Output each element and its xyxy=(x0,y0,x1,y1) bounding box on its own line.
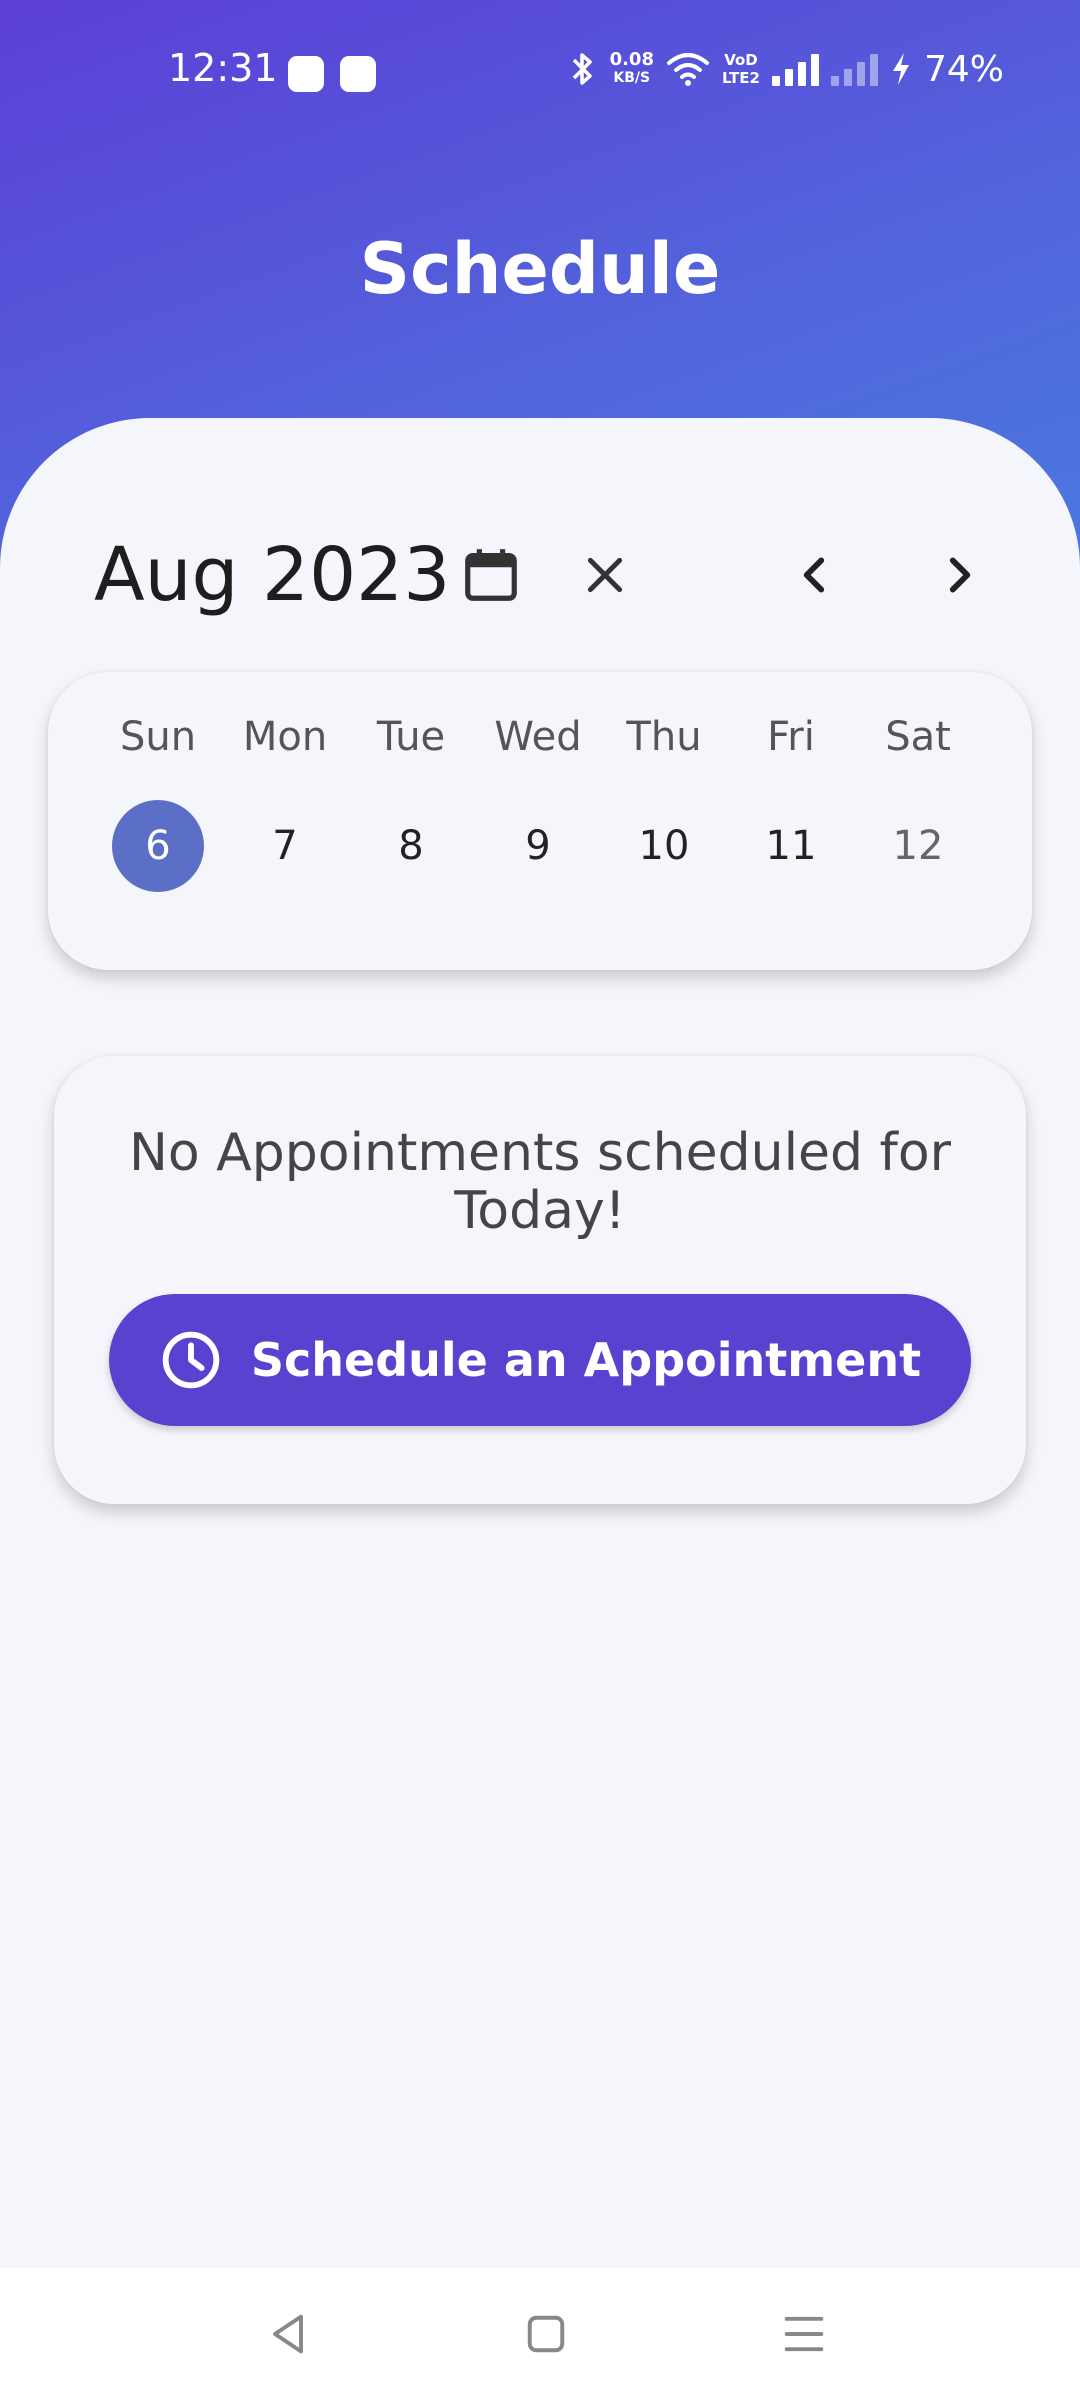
status-time: 12:31 xyxy=(168,46,278,90)
day-number[interactable]: 8 xyxy=(365,800,457,892)
close-icon[interactable] xyxy=(580,550,630,600)
empty-state-message: No Appointments scheduled for Today! xyxy=(128,1123,952,1241)
network-type: VoD LTE2 xyxy=(722,51,760,87)
chevron-left-icon[interactable] xyxy=(790,550,840,600)
notification-icon xyxy=(288,56,324,92)
day-number-selected[interactable]: 6 xyxy=(112,800,204,892)
day-name: Fri xyxy=(767,714,815,760)
wifi-icon xyxy=(666,53,709,86)
chevron-right-icon[interactable] xyxy=(934,550,984,600)
back-icon[interactable] xyxy=(262,2308,314,2360)
battery-level: 74% xyxy=(923,48,1004,90)
day-name: Thu xyxy=(626,714,702,760)
bluetooth-icon xyxy=(572,53,592,85)
calendar-icon[interactable] xyxy=(460,544,522,606)
schedule-appointment-button[interactable]: Schedule an Appointment xyxy=(109,1294,971,1426)
signal-icon-secondary xyxy=(830,52,878,86)
page-title: Schedule xyxy=(359,228,721,310)
day-number[interactable]: 10 xyxy=(618,800,710,892)
day-name: Sun xyxy=(119,714,197,760)
notification-icon xyxy=(340,56,376,92)
signal-icon xyxy=(771,52,819,86)
network-label-top: VoD xyxy=(724,51,758,69)
month-label[interactable]: Aug 2023 xyxy=(94,530,450,620)
week-strip: Sun 6 Mon 7 Tue 8 Wed 9 Thu 10 Fri 11 Sa… xyxy=(48,672,1032,970)
month-header: Aug 2023 xyxy=(94,530,1014,620)
day-number[interactable]: 9 xyxy=(492,800,584,892)
menu-icon[interactable] xyxy=(778,2308,830,2360)
status-indicators: 0.08 KB/S VoD LTE2 74% xyxy=(568,44,1004,94)
day-name: Sat xyxy=(885,714,951,760)
net-speed-value: 0.08 xyxy=(609,49,654,70)
day-name: Mon xyxy=(242,714,328,760)
day-name: Tue xyxy=(376,714,446,760)
clock-icon xyxy=(162,1331,220,1389)
appointments-card: No Appointments scheduled for Today! Sch… xyxy=(54,1056,1026,1504)
net-speed: 0.08 KB/S xyxy=(610,51,654,87)
charging-icon xyxy=(892,53,909,85)
status-bar: 12:31 0.08 KB/S VoD LTE2 74% xyxy=(0,0,1080,150)
day-number[interactable]: 11 xyxy=(745,800,837,892)
schedule-button-label: Schedule an Appointment xyxy=(250,1333,922,1387)
day-name: Wed xyxy=(494,714,582,760)
network-label-bottom: LTE2 xyxy=(721,69,760,87)
system-nav-bar xyxy=(0,2268,1080,2400)
day-number[interactable]: 7 xyxy=(239,800,331,892)
net-speed-unit: KB/S xyxy=(613,70,651,86)
day-number[interactable]: 12 xyxy=(872,800,964,892)
home-icon[interactable] xyxy=(520,2308,572,2360)
